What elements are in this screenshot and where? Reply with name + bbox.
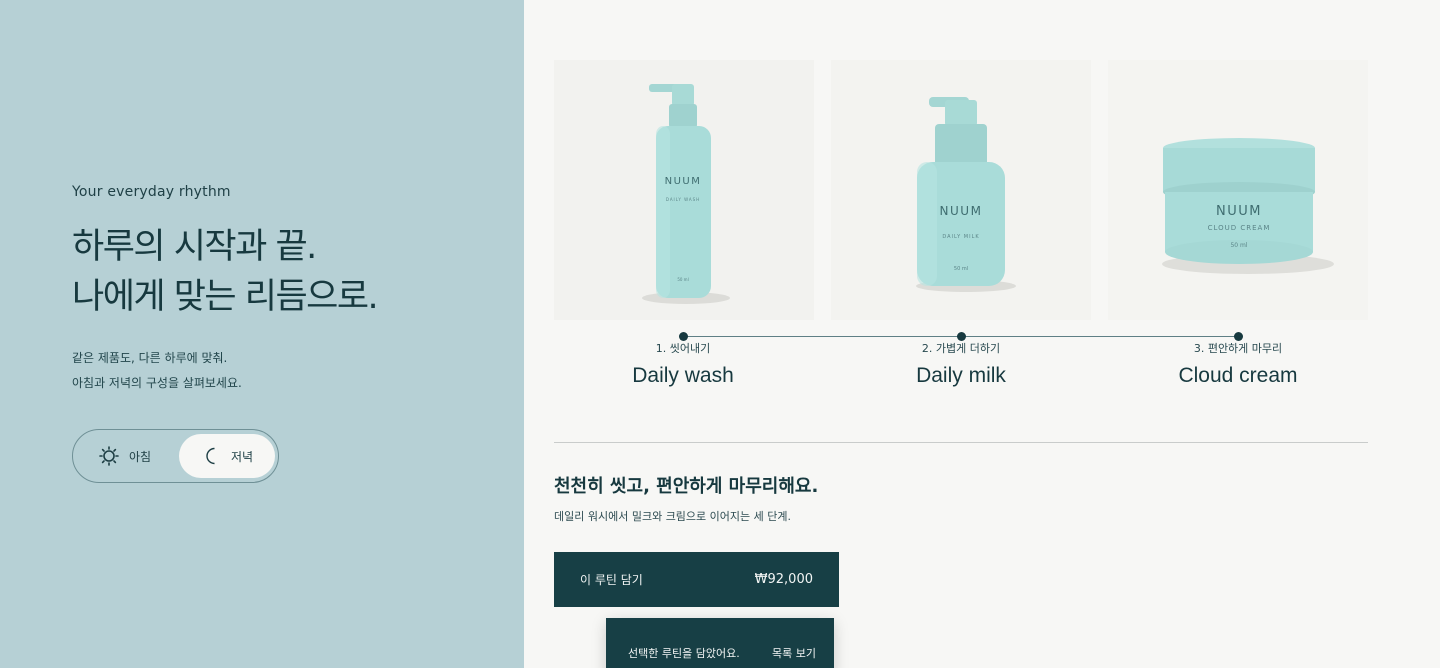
routine-price: ₩92,000	[754, 572, 813, 587]
daily-wash-variant: DAILY WASH	[666, 197, 700, 202]
desc-line-2: 아침과 저녁의 구성을 살펴보세요.	[72, 376, 242, 390]
daily-milk-variant: DAILY MILK	[942, 234, 979, 240]
step-name-daily-wash[interactable]: Daily wash	[563, 364, 803, 388]
daily-wash-volume: 50 ml	[677, 277, 688, 282]
headline-line-1: 하루의 시작과 끝.	[72, 227, 317, 267]
daily-milk-bottle: NUUM DAILY MILK 50 ml	[831, 60, 1091, 320]
sun-icon	[99, 446, 119, 466]
step-label-2: 2. 가볍게 더하기	[921, 342, 1001, 355]
step-label-1: 1. 씻어내기	[655, 342, 711, 355]
cloud-cream-volume: 50 ml	[1230, 242, 1247, 249]
cloud-cream-jar: NUUM CLOUD CREAM 50 ml	[1108, 60, 1368, 320]
added-toast: 선택한 루틴을 담았어요. 목록 보기	[606, 618, 834, 668]
step-label-3: 3. 편안하게 마무리	[1193, 342, 1283, 355]
section-divider	[554, 442, 1368, 443]
toggle-evening-label: 저녁	[231, 449, 254, 464]
toast-message: 선택한 루틴을 담았어요.	[628, 647, 740, 660]
desc-line-1: 같은 제품도, 다른 하루에 맞춰.	[72, 351, 228, 365]
toggle-evening[interactable]: 저녁	[179, 434, 275, 478]
time-of-day-toggle: 아침 저녁	[72, 429, 279, 483]
product-image-daily-milk[interactable]: NUUM DAILY MILK 50 ml	[831, 60, 1091, 320]
cloud-cream-variant: CLOUD CREAM	[1208, 224, 1271, 232]
hero-eyebrow: Your everyday rhythm	[72, 184, 231, 200]
daily-milk-brand: NUUM	[940, 204, 983, 218]
hero-panel: Your everyday rhythm 하루의 시작과 끝. 나에게 맞는 리…	[0, 0, 524, 668]
add-routine-label: 이 루틴 담기	[580, 573, 643, 587]
cloud-cream-brand: NUUM	[1216, 204, 1262, 219]
daily-wash-bottle: NUUM DAILY WASH 50 ml	[554, 60, 814, 320]
toggle-morning[interactable]: 아침	[99, 434, 189, 478]
routine-panel: NUUM DAILY WASH 50 ml NUUM DAILY MILK 50…	[524, 0, 1440, 668]
product-image-daily-wash[interactable]: NUUM DAILY WASH 50 ml	[554, 60, 814, 320]
product-image-cloud-cream[interactable]: NUUM CLOUD CREAM 50 ml	[1108, 60, 1368, 320]
moon-icon	[203, 447, 221, 465]
hero-description: 같은 제품도, 다른 하루에 맞춰. 아침과 저녁의 구성을 살펴보세요.	[72, 346, 242, 396]
headline-line-2: 나에게 맞는 리듬으로.	[72, 277, 379, 317]
step-name-cloud-cream[interactable]: Cloud cream	[1118, 364, 1358, 388]
routine-title: 천천히 씻고, 편안하게 마무리해요.	[554, 476, 819, 497]
daily-wash-brand: NUUM	[665, 176, 702, 187]
view-list-link[interactable]: 목록 보기	[772, 645, 816, 661]
page: Your everyday rhythm 하루의 시작과 끝. 나에게 맞는 리…	[0, 0, 1440, 668]
add-routine-button[interactable]: 이 루틴 담기 ₩92,000	[554, 552, 839, 607]
hero-headline: 하루의 시작과 끝. 나에게 맞는 리듬으로.	[72, 222, 379, 322]
daily-milk-volume: 50 ml	[954, 266, 968, 272]
toggle-morning-label: 아침	[129, 449, 152, 464]
routine-subtitle: 데일리 워시에서 밀크와 크림으로 이어지는 세 단계.	[554, 510, 791, 523]
step-name-daily-milk[interactable]: Daily milk	[841, 364, 1081, 388]
